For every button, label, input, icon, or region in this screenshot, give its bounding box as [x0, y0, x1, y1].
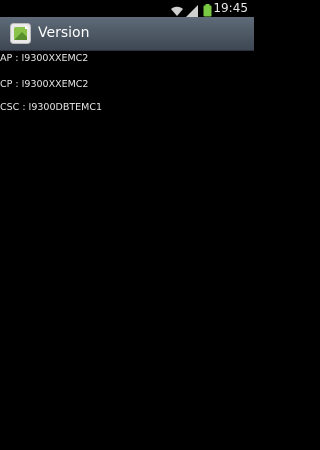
cp-version-text: CP : I9300XXEMC2	[0, 79, 89, 90]
app-icon[interactable]	[10, 23, 31, 44]
status-bar: 19:45	[0, 0, 254, 17]
status-clock: 19:45	[213, 1, 248, 15]
screen-title: Version	[38, 25, 90, 41]
action-bar: Version	[0, 17, 254, 51]
ap-version-text: AP : I9300XXEMC2	[0, 53, 89, 64]
csc-version-text: CSC : I9300DBTEMC1	[0, 102, 103, 113]
